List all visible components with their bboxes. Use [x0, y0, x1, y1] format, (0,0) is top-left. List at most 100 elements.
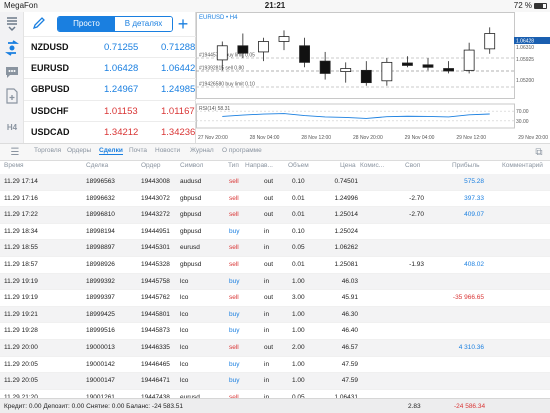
cell-price: 1.24996: [334, 194, 359, 202]
cell-order: 19443072: [141, 194, 170, 202]
table-row[interactable]: 11.29 17:14 18996563 19443008 audusd sell out…: [0, 174, 550, 191]
cell-order: 19444951: [141, 227, 170, 235]
tab-news[interactable]: Новости: [155, 147, 180, 154]
col-direction[interactable]: Направ...: [245, 162, 273, 169]
col-swap[interactable]: Своп: [405, 162, 420, 169]
cell-symbol: lco: [180, 360, 189, 368]
table-row[interactable]: 11.29 18:55 18998897 19445301 eurusd sell in 0…: [0, 240, 550, 257]
quote-bid[interactable]: 0.71255: [104, 42, 138, 53]
cell-profit: 397.33: [464, 194, 484, 202]
profit-total: -24 586.34: [454, 403, 486, 410]
col-deal[interactable]: Сделка: [86, 162, 108, 169]
chart-canvas[interactable]: EURUSD • H4#19445723 buy limit 0.05#1939…: [196, 12, 550, 143]
tab-deals[interactable]: Сделки: [99, 147, 123, 155]
table-row[interactable]: 11.29 20:05 19000147 19446471 lco buy in 1.00 4…: [0, 373, 550, 390]
layout-toggle-icon[interactable]: ⧉: [532, 146, 546, 159]
chat-icon[interactable]: [4, 64, 20, 80]
table-row[interactable]: 11.29 18:34 18998194 19444951 gbpusd buy in 0.…: [0, 224, 550, 241]
cell-price: 46.40: [341, 327, 358, 335]
cell-price: 0.74501: [334, 178, 359, 185]
cell-price: 1.25081: [334, 261, 359, 268]
quote-row[interactable]: GBPUSD 1.24967 1.24985: [24, 78, 196, 99]
cell-time: 11.29 18:55: [4, 244, 38, 252]
candle-body: [299, 45, 310, 63]
cell-type: sell: [229, 294, 239, 302]
trade-arrows-icon[interactable]: [4, 40, 20, 56]
table-row[interactable]: 11.29 19:19 18999397 19445762 lco sell out 3.0…: [0, 290, 550, 307]
quote-bid[interactable]: 1.01153: [104, 106, 138, 117]
quote-symbol: USDCAD: [31, 126, 70, 137]
table-row[interactable]: 11.29 18:57 18998926 19445328 gbpusd sell out…: [0, 257, 550, 274]
price-label: 1.05200: [516, 78, 534, 84]
col-profit[interactable]: Прибыль: [452, 162, 480, 169]
price-label: 1.06310: [516, 45, 534, 51]
cell-type: sell: [229, 261, 239, 268]
quote-ask[interactable]: 1.06442: [161, 63, 195, 74]
add-symbol-icon[interactable]: +: [174, 14, 192, 34]
cell-deal: 18998897: [86, 244, 115, 252]
col-price[interactable]: Цена: [340, 162, 356, 169]
tab-orders[interactable]: Ордеры: [67, 147, 91, 154]
quote-bid[interactable]: 1.06428: [104, 63, 138, 74]
price-chart[interactable]: EURUSD • H4 #19445723 buy limit 0.05 #1939…: [196, 12, 550, 143]
table-row[interactable]: 11.29 19:19 18999392 19445758 lco buy in 1.00 4…: [0, 273, 550, 291]
h4-icon[interactable]: H4: [4, 120, 20, 136]
price-label: 1.05925: [516, 57, 534, 63]
time-label: 29 Nov 12:00: [456, 135, 486, 141]
cell-deal: 19000013: [86, 344, 115, 351]
table-row[interactable]: 11.29 17:16 18996632 19443072 gbpusd sell out…: [0, 191, 550, 208]
quote-ask[interactable]: 0.71288: [161, 42, 195, 53]
quote-bid[interactable]: 1.24967: [104, 84, 138, 95]
cell-price: 1.25024: [334, 227, 359, 235]
table-row[interactable]: 11.29 19:28 18999516 19445873 lco buy in 1.00 4…: [0, 323, 550, 340]
quotes-icon[interactable]: [4, 16, 20, 32]
bottom-tab-bar: ☰ Торговля Ордеры Сделки Почта Новости Ж…: [0, 143, 550, 161]
journal-list-icon[interactable]: ☰: [8, 146, 22, 159]
table-row[interactable]: 11.29 20:00 19000013 19446335 lco sell out 2.0…: [0, 340, 550, 357]
col-order[interactable]: Ордер: [141, 162, 161, 169]
cell-price: 45.91: [341, 294, 358, 302]
cell-volume: 0.01: [292, 261, 305, 268]
cell-type: buy: [229, 327, 240, 335]
cell-symbol: gbpusd: [180, 194, 202, 202]
quote-row[interactable]: USDCHF 1.01153 1.01167: [24, 99, 196, 121]
quote-ask[interactable]: 1.34236: [161, 127, 195, 138]
time-label: 29 Nov 04:00: [405, 135, 435, 141]
tab-mail[interactable]: Почта: [129, 147, 147, 154]
table-row[interactable]: 11.29 17:22 18996810 19443272 gbpusd sell out…: [0, 207, 550, 224]
col-comment[interactable]: Комментарий: [502, 162, 543, 169]
cell-dir: in: [264, 244, 270, 252]
cell-profit: -35 966.65: [452, 294, 484, 302]
cell-dir: out: [264, 294, 274, 302]
detailed-view-button[interactable]: В деталях: [115, 17, 172, 31]
simple-view-button[interactable]: Просто: [58, 17, 115, 31]
col-time[interactable]: Время: [4, 162, 24, 169]
quote-row[interactable]: NZDUSD 0.71255 0.71288: [24, 36, 196, 57]
quote-ask[interactable]: 1.24985: [161, 84, 195, 95]
tab-about[interactable]: О программе: [222, 147, 262, 154]
table-row[interactable]: 11.29 20:05 19000142 19446465 lco buy in 1.00 4…: [0, 357, 550, 374]
quote-ask[interactable]: 1.01167: [161, 106, 195, 117]
col-volume[interactable]: Объем: [288, 162, 309, 169]
cell-dir: in: [264, 227, 270, 235]
table-row[interactable]: 11.29 19:21 18999425 19445801 lco buy in 1.00 4…: [0, 306, 550, 324]
cell-time: 11.29 19:19: [4, 294, 38, 302]
col-commission[interactable]: Комис...: [360, 162, 384, 169]
candle-body: [278, 36, 290, 42]
cell-symbol: lco: [180, 327, 189, 335]
rsi-frame: [196, 103, 515, 129]
col-symbol[interactable]: Символ: [180, 162, 203, 169]
quote-bid[interactable]: 1.34212: [104, 127, 138, 138]
time-label: 28 Nov 20:00: [353, 135, 383, 141]
quote-row[interactable]: EURUSD 1.06428 1.06442: [24, 57, 196, 78]
swap-total: 2.83: [408, 403, 421, 410]
col-type[interactable]: Тип: [228, 162, 239, 169]
document-add-icon[interactable]: [4, 88, 20, 104]
quote-row[interactable]: USDCAD 1.34212 1.34236: [24, 120, 196, 142]
edit-pencil-icon[interactable]: [32, 16, 48, 32]
tab-trade[interactable]: Торговля: [34, 147, 61, 154]
cell-type: sell: [229, 178, 239, 185]
tab-journal[interactable]: Журнал: [190, 147, 214, 154]
cell-symbol: lco: [180, 277, 189, 285]
cell-volume: 1.00: [292, 377, 305, 385]
